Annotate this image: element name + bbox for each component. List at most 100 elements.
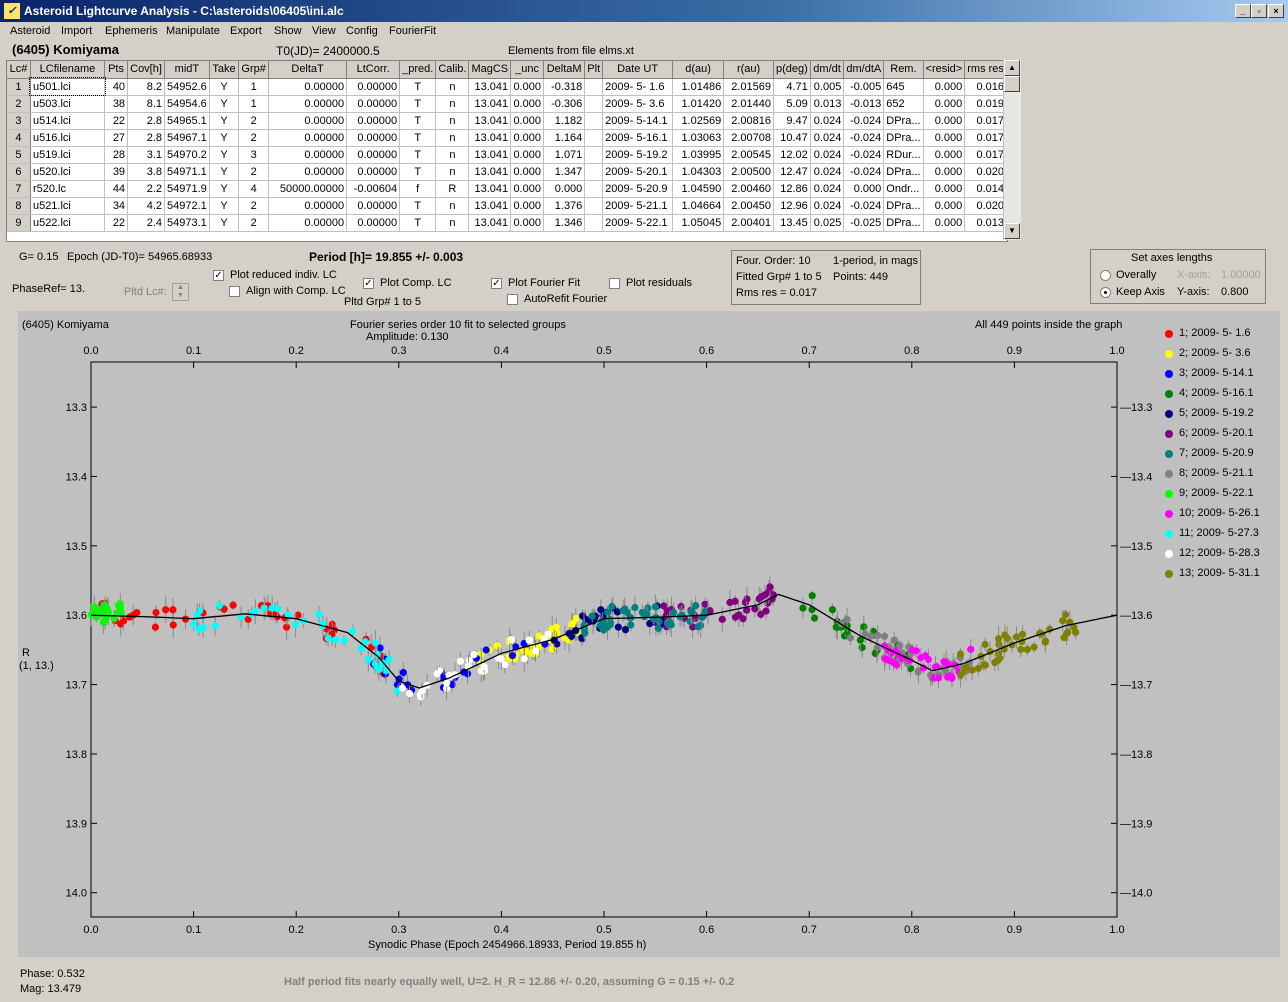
data-point [860,623,868,631]
y-tick-label-left: 13.7 [66,680,87,692]
data-point [944,673,952,681]
data-point [981,640,989,649]
legend-swatch-icon [1165,470,1173,478]
data-point [731,597,739,605]
legend-swatch-icon [1165,490,1173,498]
x-tick-label-bottom: 0.7 [802,924,817,936]
data-point [940,658,948,666]
data-point [398,684,406,692]
y-tick-label-right: —13.5 [1120,541,1152,553]
data-point [581,629,589,637]
lightcurve-chart[interactable]: 0.0 0.0 0.1 0.1 0.2 0.2 0.3 0.3 0.4 0.4 0.5 0.5 0.6 0… [0,0,1288,1002]
data-point [507,635,516,644]
data-point [858,643,866,652]
data-point [162,606,170,614]
data-point [956,671,965,679]
y-tick-label-right: —13.8 [1120,749,1152,761]
legend-label: 1; 2009- 5- 1.6 [1179,327,1251,339]
x-tick-label-bottom: 0.2 [289,924,304,936]
y-tick-label-right: —13.6 [1120,610,1152,622]
data-point [315,610,323,618]
x-tick-label-top: 0.2 [289,345,304,357]
data-point [195,625,203,633]
data-point [1017,645,1025,654]
data-point [116,604,124,612]
data-point [456,657,465,665]
data-point [349,627,357,635]
data-point [1030,643,1038,651]
data-point [921,652,929,660]
data-point [828,606,837,614]
data-point [480,662,488,671]
data-point [340,636,348,645]
data-point [664,620,672,628]
legend-label: 6; 2009- 5-20.1 [1179,427,1254,439]
data-point [324,634,332,642]
x-tick-label-top: 0.3 [391,345,406,357]
data-point [686,617,694,626]
x-tick-label-top: 0.6 [699,345,714,357]
y-tick-label-right: —14.0 [1120,888,1152,900]
data-point [588,612,596,620]
x-tick-label-bottom: 0.4 [494,924,509,936]
data-point [974,664,982,673]
data-point [151,623,159,631]
y-tick-label-right: —13.3 [1120,402,1152,414]
data-point [520,655,528,663]
data-point [967,645,975,653]
data-point [525,636,533,644]
data-point [215,602,223,610]
legend-swatch-icon [1165,370,1173,378]
x-tick-label-bottom: 0.1 [186,924,201,936]
data-point [994,635,1003,643]
data-point [229,601,237,609]
data-point [880,632,889,640]
data-point [1060,634,1068,642]
data-point [762,607,770,615]
data-point [981,661,989,669]
data-point [531,647,540,655]
data-point [766,583,774,591]
data-point [1041,638,1049,646]
y-tick-label-left: 13.4 [66,471,87,483]
legend-label: 13; 2009- 5-31.1 [1179,567,1260,579]
data-point [568,620,577,628]
y-tick-label-left: 13.5 [66,541,87,553]
data-point [638,608,646,617]
legend-label: 12; 2009- 5-28.3 [1179,547,1260,559]
legend-swatch-icon [1165,410,1173,418]
data-point [867,632,875,640]
data-point [962,663,970,672]
data-point [1059,617,1067,625]
data-point [912,647,921,655]
data-point [692,602,700,610]
data-point [482,646,490,654]
data-point [735,611,743,619]
data-point [470,651,478,659]
data-point [651,603,660,611]
legend-label: 5; 2009- 5-19.2 [1179,407,1254,419]
y-tick-label-right: —13.7 [1120,680,1152,692]
data-point [371,639,379,647]
data-point [678,611,686,619]
x-tick-label-bottom: 0.9 [1007,924,1022,936]
x-tick-label-top: 1.0 [1109,345,1124,357]
data-point [846,634,855,642]
data-point [190,620,198,628]
x-tick-label-top: 0.8 [904,345,919,357]
data-point [1023,645,1031,654]
legend-swatch-icon [1165,530,1173,538]
data-point [808,592,816,600]
data-point [508,651,517,660]
data-point [890,636,898,644]
data-point [169,621,177,629]
legend-label: 11; 2009- 5-27.3 [1179,527,1259,539]
x-tick-label-bottom: 0.3 [391,924,406,936]
x-tick-label-bottom: 1.0 [1109,924,1124,936]
data-point [956,650,965,658]
data-point [260,604,268,612]
data-point [331,636,340,644]
data-point [90,603,98,611]
data-point [654,624,662,632]
data-point [493,642,501,650]
